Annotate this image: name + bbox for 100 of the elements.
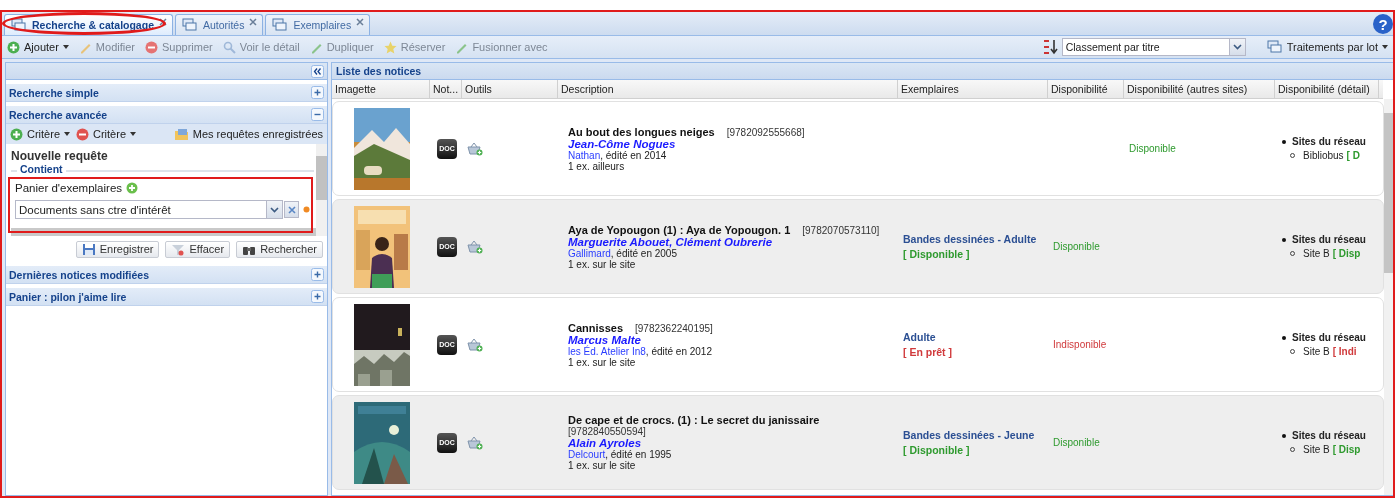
column-header[interactable]: Description bbox=[558, 80, 898, 98]
close-icon[interactable] bbox=[356, 18, 365, 26]
tab[interactable]: Exemplaires bbox=[265, 14, 371, 35]
minus-icon bbox=[145, 40, 158, 54]
basket-add-icon[interactable] bbox=[467, 239, 483, 254]
publisher-link[interactable]: Gallimard bbox=[568, 247, 611, 259]
clear-button[interactable]: Effacer bbox=[165, 240, 231, 258]
dot-icon bbox=[303, 206, 310, 213]
isbn-text: [9782362240195] bbox=[635, 322, 713, 334]
column-header[interactable]: Disponibilité (détail) bbox=[1275, 80, 1379, 98]
isbn-text: [9782092555668] bbox=[726, 126, 805, 138]
isbn-text: [9782840550594] bbox=[568, 426, 646, 437]
record-title[interactable]: Aya de Yopougon (1) : Aya de Yopougon. 1 bbox=[568, 223, 791, 236]
batch-menu-button[interactable]: Traitements par lot bbox=[1263, 37, 1391, 57]
sort-dropdown[interactable]: Classement par titre bbox=[1061, 38, 1246, 56]
vertical-scrollbar[interactable] bbox=[316, 144, 327, 236]
basket-add-icon[interactable] bbox=[467, 435, 483, 450]
chevron-down-icon bbox=[1232, 44, 1242, 50]
site-name: Site B bbox=[1303, 444, 1330, 455]
windows-icon bbox=[11, 18, 27, 32]
basket-add-icon[interactable] bbox=[467, 141, 483, 156]
copy-section-text: Bandes dessinées - Adulte bbox=[903, 233, 1037, 245]
site-name: Site B bbox=[1303, 248, 1330, 259]
publication-text: les Éd. Atelier In8, édité en 2012 bbox=[568, 345, 712, 357]
record-title[interactable]: De cape et de crocs. (1) : Le secret du janissaire bbox=[568, 414, 820, 426]
saved-queries-button[interactable]: Mes requêtes enregistrées bbox=[170, 124, 326, 144]
bullet-icon bbox=[1282, 433, 1286, 438]
site-name: Site B bbox=[1303, 346, 1330, 357]
publication-text: Nathan, édité en 2014 bbox=[568, 149, 667, 161]
copy-status-text: [ Disponible ] bbox=[903, 444, 971, 456]
copy-status-text: [ En prêt ] bbox=[903, 346, 952, 358]
chevron-down-icon bbox=[270, 206, 279, 213]
column-header[interactable]: Disponibilité bbox=[1048, 80, 1124, 98]
record-row[interactable] bbox=[332, 199, 1384, 294]
close-icon bbox=[287, 205, 296, 214]
tab[interactable]: Autorités bbox=[174, 14, 264, 35]
availability-text: Indisponible bbox=[1053, 339, 1107, 350]
copies-text: 1 ex. sur le site bbox=[568, 258, 636, 270]
basket-add-icon[interactable] bbox=[467, 337, 483, 352]
publication-text: Delcourt, édité en 1995 bbox=[568, 449, 672, 460]
publisher-link[interactable]: les Éd. Atelier In8 bbox=[568, 345, 646, 357]
clear-button[interactable] bbox=[284, 201, 299, 218]
bullet-icon bbox=[1282, 139, 1286, 144]
network-label: Sites du réseau bbox=[1292, 332, 1366, 343]
network-label: Sites du réseau bbox=[1292, 234, 1366, 245]
toolbar-button[interactable]: Ajouter bbox=[4, 37, 72, 57]
author-link[interactable]: Marcus Malte bbox=[568, 333, 641, 346]
close-icon[interactable] bbox=[249, 18, 258, 26]
column-header[interactable]: Exemplaires bbox=[898, 80, 1048, 98]
copies-text: 1 ex. sur le site bbox=[568, 356, 636, 368]
collapse-icon[interactable] bbox=[311, 64, 324, 78]
minus-icon[interactable] bbox=[311, 108, 324, 121]
record-title[interactable]: Cannisses bbox=[568, 321, 624, 334]
basket-dropdown[interactable]: Documents sans ctre d'intérêt bbox=[15, 200, 283, 219]
site-status-text: [ Indi bbox=[1332, 346, 1357, 357]
plus-icon[interactable] bbox=[311, 86, 324, 99]
eraser-icon bbox=[171, 242, 186, 256]
site-status-text: [ Disp bbox=[1332, 444, 1361, 455]
copies-text: 1 ex. ailleurs bbox=[568, 160, 625, 172]
isbn-text: [9782070573110] bbox=[802, 224, 880, 236]
criterion-button[interactable]: Critère bbox=[7, 124, 73, 144]
save-button[interactable]: Enregistrer bbox=[75, 240, 160, 258]
author-link[interactable]: Alain Ayroles bbox=[568, 437, 642, 449]
query-title: Nouvelle requête bbox=[10, 148, 109, 163]
help-button[interactable]: ? bbox=[1373, 14, 1393, 34]
close-icon[interactable] bbox=[158, 18, 167, 26]
column-header[interactable]: Imagette bbox=[332, 80, 430, 98]
column-header[interactable]: Outils bbox=[462, 80, 558, 98]
windows-icon bbox=[272, 18, 289, 32]
accordion-header[interactable]: Panier : pilon j'aime lire bbox=[6, 288, 327, 306]
author-link[interactable]: Jean-Côme Nogues bbox=[568, 137, 676, 150]
bullet-icon bbox=[1282, 335, 1286, 340]
availability-text: Disponible bbox=[1129, 143, 1176, 154]
search-button[interactable]: Rechercher bbox=[236, 240, 323, 258]
caret-icon bbox=[130, 132, 137, 136]
copy-status-text: [ Disponible ] bbox=[903, 248, 971, 260]
vertical-scrollbar[interactable] bbox=[1384, 99, 1393, 495]
plus-icon[interactable] bbox=[311, 290, 324, 303]
accordion-header[interactable]: Recherche simple bbox=[6, 84, 327, 102]
column-header[interactable]: Disponibilité (autres sites) bbox=[1124, 80, 1275, 98]
windows-icon bbox=[1266, 40, 1283, 54]
plus-icon[interactable] bbox=[126, 182, 139, 194]
copies-text: 1 ex. sur le site bbox=[568, 460, 636, 471]
record-row[interactable] bbox=[332, 395, 1384, 490]
publication-text: Gallimard, édité en 2005 bbox=[568, 247, 677, 259]
copy-section-text: Adulte bbox=[903, 331, 937, 343]
network-label: Sites du réseau bbox=[1292, 430, 1366, 441]
site-name: Bibliobus bbox=[1303, 150, 1344, 161]
minus-icon bbox=[76, 127, 89, 141]
folder-icon bbox=[173, 127, 189, 141]
plus-icon bbox=[7, 40, 20, 54]
sort-icon[interactable] bbox=[1041, 39, 1058, 55]
accordion-header[interactable]: Recherche avancée bbox=[6, 106, 327, 124]
horizontal-scrollbar[interactable] bbox=[11, 228, 316, 236]
plus-icon[interactable] bbox=[311, 268, 324, 281]
record-title[interactable]: Au bout des longues neiges bbox=[568, 125, 715, 138]
author-link[interactable]: Marguerite Abouet, Clément Oubrerie bbox=[568, 235, 773, 248]
criterion-button[interactable]: Critère bbox=[73, 124, 140, 144]
accordion-header[interactable]: Dernières notices modifiées bbox=[6, 266, 327, 284]
column-header[interactable]: Not... bbox=[430, 80, 462, 98]
